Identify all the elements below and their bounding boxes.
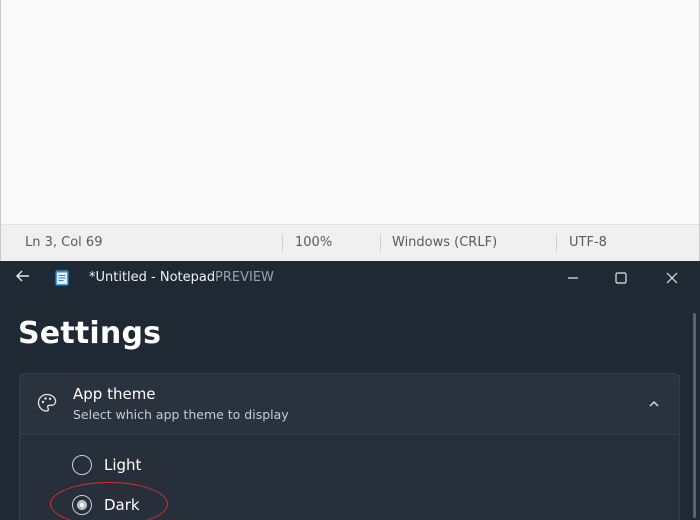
maximize-button[interactable]	[598, 261, 644, 295]
theme-option-light[interactable]: Light	[72, 451, 141, 479]
window-title: *Untitled - Notepad	[89, 270, 216, 285]
title-bar: *Untitled - Notepad PREVIEW	[0, 261, 700, 295]
maximize-icon	[615, 272, 627, 284]
status-divider	[282, 234, 283, 252]
zoom-level[interactable]: 100%	[295, 225, 332, 261]
close-icon	[666, 272, 678, 284]
notepad-window-light: Ln 3, Col 69 100% Windows (CRLF) UTF-8	[0, 0, 700, 261]
scrollbar[interactable]	[693, 313, 696, 518]
app-theme-description: Select which app theme to display	[73, 407, 289, 422]
app-theme-title: App theme	[73, 385, 156, 403]
app-theme-expander[interactable]: App theme Select which app theme to disp…	[19, 373, 680, 435]
highlight-circle-annotation	[50, 482, 168, 520]
back-arrow-icon[interactable]	[14, 267, 32, 285]
notepad-app-icon	[55, 269, 69, 286]
line-ending[interactable]: Windows (CRLF)	[392, 225, 497, 261]
status-divider	[380, 234, 381, 252]
text-editor-area[interactable]	[1, 0, 699, 224]
status-bar: Ln 3, Col 69 100% Windows (CRLF) UTF-8	[1, 224, 699, 261]
page-title: Settings	[18, 316, 162, 351]
minimize-icon	[568, 277, 578, 279]
chevron-up-icon[interactable]	[647, 396, 661, 410]
close-button[interactable]	[649, 261, 695, 295]
status-divider	[556, 234, 557, 252]
preview-badge: PREVIEW	[215, 270, 274, 285]
theme-option-label: Light	[104, 456, 142, 474]
radio-light[interactable]	[72, 455, 92, 475]
encoding[interactable]: UTF-8	[569, 225, 607, 261]
notepad-window-dark: *Untitled - Notepad PREVIEW Settings App…	[0, 261, 700, 520]
palette-icon	[36, 392, 58, 414]
cursor-position: Ln 3, Col 69	[25, 235, 103, 250]
minimize-button[interactable]	[550, 261, 596, 295]
